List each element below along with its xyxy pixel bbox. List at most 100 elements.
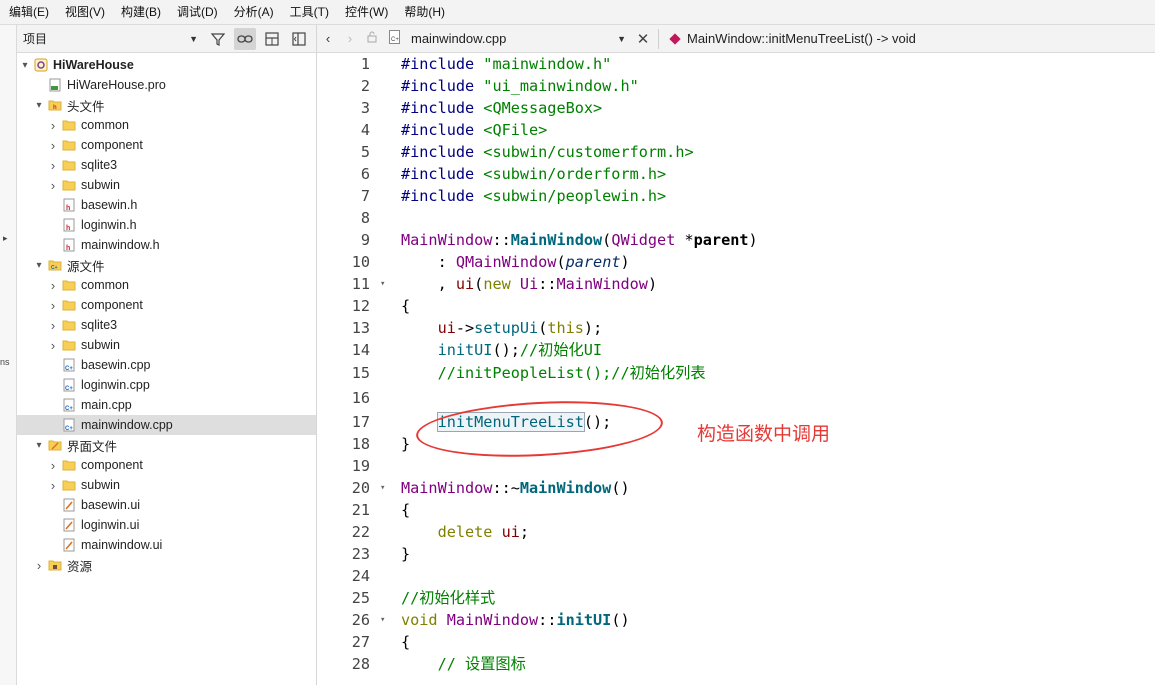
filter-icon[interactable] (207, 28, 229, 50)
split-panel-icon[interactable] (261, 28, 283, 50)
link-with-editor-icon[interactable] (234, 27, 256, 50)
view-selector-dropdown[interactable]: 项目 ▼ (19, 29, 202, 49)
code-line[interactable] (401, 565, 1155, 587)
tree-item-label: mainwindow.cpp (81, 418, 173, 432)
gutter-line: 23 (317, 543, 397, 565)
code-line[interactable]: //初始化样式 (401, 587, 1155, 609)
mode-label-fragment[interactable]: ns (0, 357, 10, 367)
collapsed-arrow-icon[interactable]: › (47, 158, 59, 173)
close-document-icon[interactable]: ✕ (632, 30, 654, 48)
tree-item-label: sqlite3 (81, 318, 118, 332)
back-arrow-icon[interactable]: ‹ (317, 31, 339, 46)
tree-item[interactable]: ▾ C+ 源文件 (17, 255, 316, 275)
code-line[interactable]: #include <QFile> (401, 119, 1155, 141)
menu-item[interactable]: 构建(B) (112, 0, 168, 24)
menu-item[interactable]: 编辑(E) (0, 0, 56, 24)
forward-arrow-icon[interactable]: › (339, 31, 361, 46)
code-line[interactable]: #include <subwin/peoplewin.h> (401, 185, 1155, 207)
tree-item[interactable]: › sqlite3 (17, 315, 316, 335)
tree-item[interactable]: ▾ HiWareHouse (17, 55, 316, 75)
code-token: () (611, 611, 630, 629)
code-line[interactable]: } (401, 543, 1155, 565)
tree-item[interactable]: ▾ h 头文件 (17, 95, 316, 115)
code-line[interactable]: : QMainWindow(parent) (401, 251, 1155, 273)
tree-item[interactable]: › component (17, 455, 316, 475)
code-line[interactable]: #include <subwin/customerform.h> (401, 141, 1155, 163)
code-line[interactable]: , ui(new Ui::MainWindow) (401, 273, 1155, 295)
tree-item[interactable]: › component (17, 135, 316, 155)
tree-item[interactable]: h mainwindow.h (17, 235, 316, 255)
code-line[interactable]: { (401, 295, 1155, 317)
code-line[interactable]: { (401, 631, 1155, 653)
tree-item[interactable]: HiWareHouse.pro (17, 75, 316, 95)
collapsed-arrow-icon[interactable]: › (47, 178, 59, 193)
tree-item[interactable]: › sqlite3 (17, 155, 316, 175)
code-line[interactable]: { (401, 499, 1155, 521)
collapsed-arrow-icon[interactable]: › (47, 138, 59, 153)
tree-item[interactable]: ▾ 界面文件 (17, 435, 316, 455)
fold-marker-icon[interactable]: ▾ (380, 609, 385, 631)
tree-item[interactable]: › subwin (17, 335, 316, 355)
tree-item[interactable]: › 资源 (17, 555, 316, 575)
tree-item-label: 界面文件 (67, 439, 118, 454)
tree-item[interactable]: › common (17, 115, 316, 135)
open-file-dropdown[interactable]: mainwindow.cpp ▼ (405, 31, 632, 46)
tree-item[interactable]: C+ main.cpp (17, 395, 316, 415)
close-sidebar-icon[interactable] (288, 28, 310, 50)
tree-item[interactable]: › subwin (17, 475, 316, 495)
code-text-area[interactable]: #include "mainwindow.h" #include "ui_main… (401, 53, 1155, 675)
code-line[interactable] (401, 455, 1155, 477)
menu-item[interactable]: 帮助(H) (395, 0, 452, 24)
fold-marker-icon[interactable]: ▾ (380, 273, 385, 295)
menu-item[interactable]: 控件(W) (336, 0, 395, 24)
collapsed-arrow-icon[interactable]: › (47, 278, 59, 293)
code-line[interactable] (401, 386, 1155, 411)
collapsed-arrow-icon[interactable]: › (47, 338, 59, 353)
code-line[interactable]: MainWindow::MainWindow(QWidget *parent) (401, 229, 1155, 251)
menu-item[interactable]: 工具(T) (281, 0, 336, 24)
code-line[interactable]: delete ui; (401, 521, 1155, 543)
project-panel: 项目 ▼ ▾ HiWareHouse HiWareHouse.pro ▾ h 头文件 › co… (17, 25, 317, 685)
code-line[interactable]: #include <subwin/orderform.h> (401, 163, 1155, 185)
tree-item[interactable]: h basewin.h (17, 195, 316, 215)
expanded-arrow-icon[interactable]: ▾ (33, 440, 45, 451)
code-line[interactable]: #include "mainwindow.h" (401, 53, 1155, 75)
tree-item[interactable]: loginwin.ui (17, 515, 316, 535)
code-line[interactable]: //initPeopleList();//初始化列表 (401, 361, 1155, 386)
collapsed-arrow-icon[interactable]: › (47, 458, 59, 473)
tree-item[interactable]: › subwin (17, 175, 316, 195)
expanded-arrow-icon[interactable]: ▾ (33, 260, 45, 271)
tree-item[interactable]: C+ basewin.cpp (17, 355, 316, 375)
collapsed-arrow-icon[interactable]: › (47, 298, 59, 313)
tree-item[interactable]: C+ loginwin.cpp (17, 375, 316, 395)
collapsed-arrow-icon[interactable]: › (33, 558, 45, 573)
collapsed-arrow-icon[interactable]: › (47, 318, 59, 333)
expand-arrow-icon[interactable]: ▸ (3, 233, 8, 244)
code-line[interactable]: MainWindow::~MainWindow() (401, 477, 1155, 499)
code-editor[interactable]: 1 2 3 4 5 6 7 8 9 10 11 ▾ 12 13 14 15 16 17 18 19 20 ▾ 21 22 23 2… (317, 53, 1155, 685)
menu-item[interactable]: 分析(A) (225, 0, 281, 24)
fold-marker-icon[interactable]: ▾ (380, 477, 385, 499)
tree-item[interactable]: mainwindow.ui (17, 535, 316, 555)
code-line[interactable] (401, 207, 1155, 229)
code-line[interactable]: #include "ui_mainwindow.h" (401, 75, 1155, 97)
expanded-arrow-icon[interactable]: ▾ (19, 60, 31, 71)
menu-item[interactable]: 调试(D) (168, 0, 225, 24)
expanded-arrow-icon[interactable]: ▾ (33, 100, 45, 111)
code-line[interactable]: void MainWindow::initUI() (401, 609, 1155, 631)
code-line[interactable]: initUI();//初始化UI (401, 339, 1155, 361)
code-line[interactable]: ui->setupUi(this); (401, 317, 1155, 339)
tree-item[interactable]: h loginwin.h (17, 215, 316, 235)
symbol-dropdown[interactable]: MainWindow::initMenuTreeList() -> void (663, 31, 916, 46)
tree-item[interactable]: C+ mainwindow.cpp (17, 415, 316, 435)
collapsed-arrow-icon[interactable]: › (47, 118, 59, 133)
collapsed-arrow-icon[interactable]: › (47, 478, 59, 493)
tree-item[interactable]: › common (17, 275, 316, 295)
code-line[interactable]: // 设置图标 (401, 653, 1155, 675)
code-token: Ui (519, 275, 539, 293)
menu-item[interactable]: 视图(V) (56, 0, 112, 24)
tree-item[interactable]: basewin.ui (17, 495, 316, 515)
code-line[interactable]: #include <QMessageBox> (401, 97, 1155, 119)
tree-item[interactable]: › component (17, 295, 316, 315)
